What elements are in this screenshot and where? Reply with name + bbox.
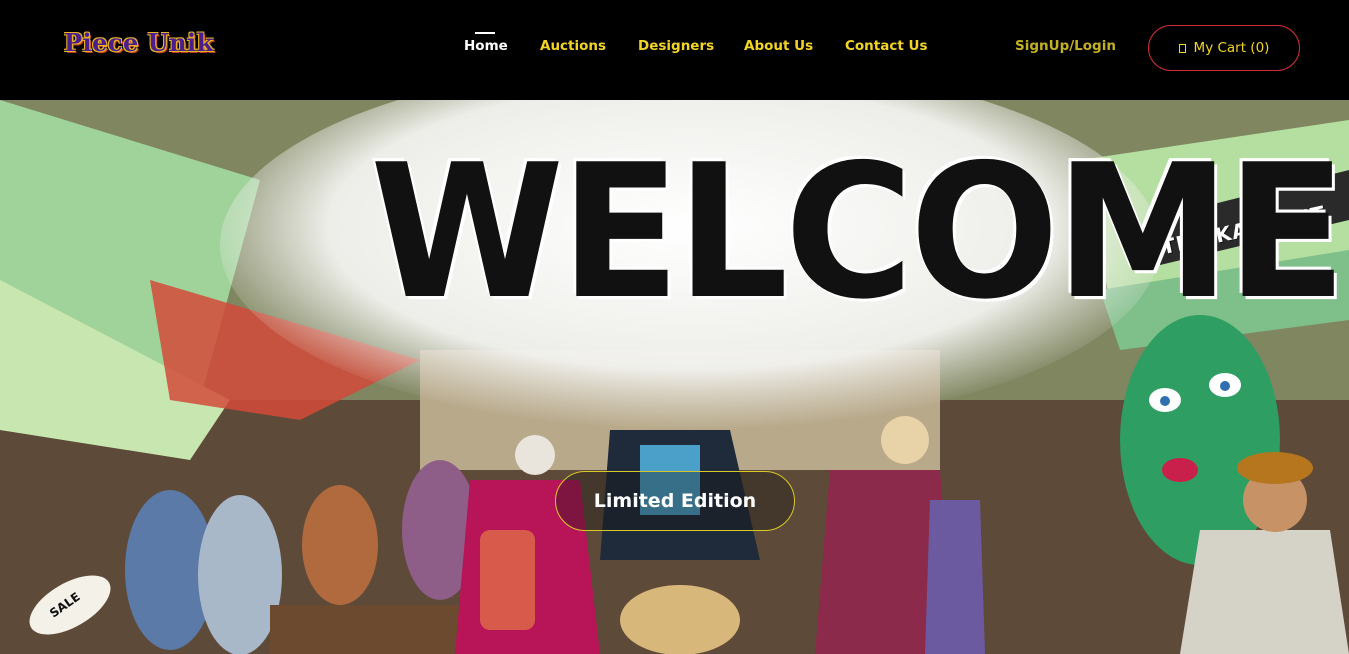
nav-about-us[interactable]: About Us <box>744 38 813 54</box>
cart-icon <box>1178 43 1186 53</box>
nav-home[interactable]: Home <box>464 32 508 54</box>
nav-contact-us[interactable]: Contact Us <box>845 38 928 54</box>
limited-edition-button[interactable]: Limited Edition <box>555 471 795 531</box>
my-cart-button[interactable]: My Cart (0) <box>1148 25 1300 71</box>
my-cart-label: My Cart (0) <box>1193 40 1270 56</box>
welcome-heading: WELCOME <box>370 124 1347 341</box>
site-header: Piece Unik Home Auctions Designers About… <box>0 0 1349 100</box>
nav-designers[interactable]: Designers <box>638 38 714 54</box>
hero-banner: THE KARPENT SALE WELCOME Limited Edition <box>0 100 1349 654</box>
nav-auctions[interactable]: Auctions <box>540 38 606 54</box>
site-logo[interactable]: Piece Unik <box>64 28 214 57</box>
signup-login-link[interactable]: SignUp/Login <box>1015 38 1116 54</box>
